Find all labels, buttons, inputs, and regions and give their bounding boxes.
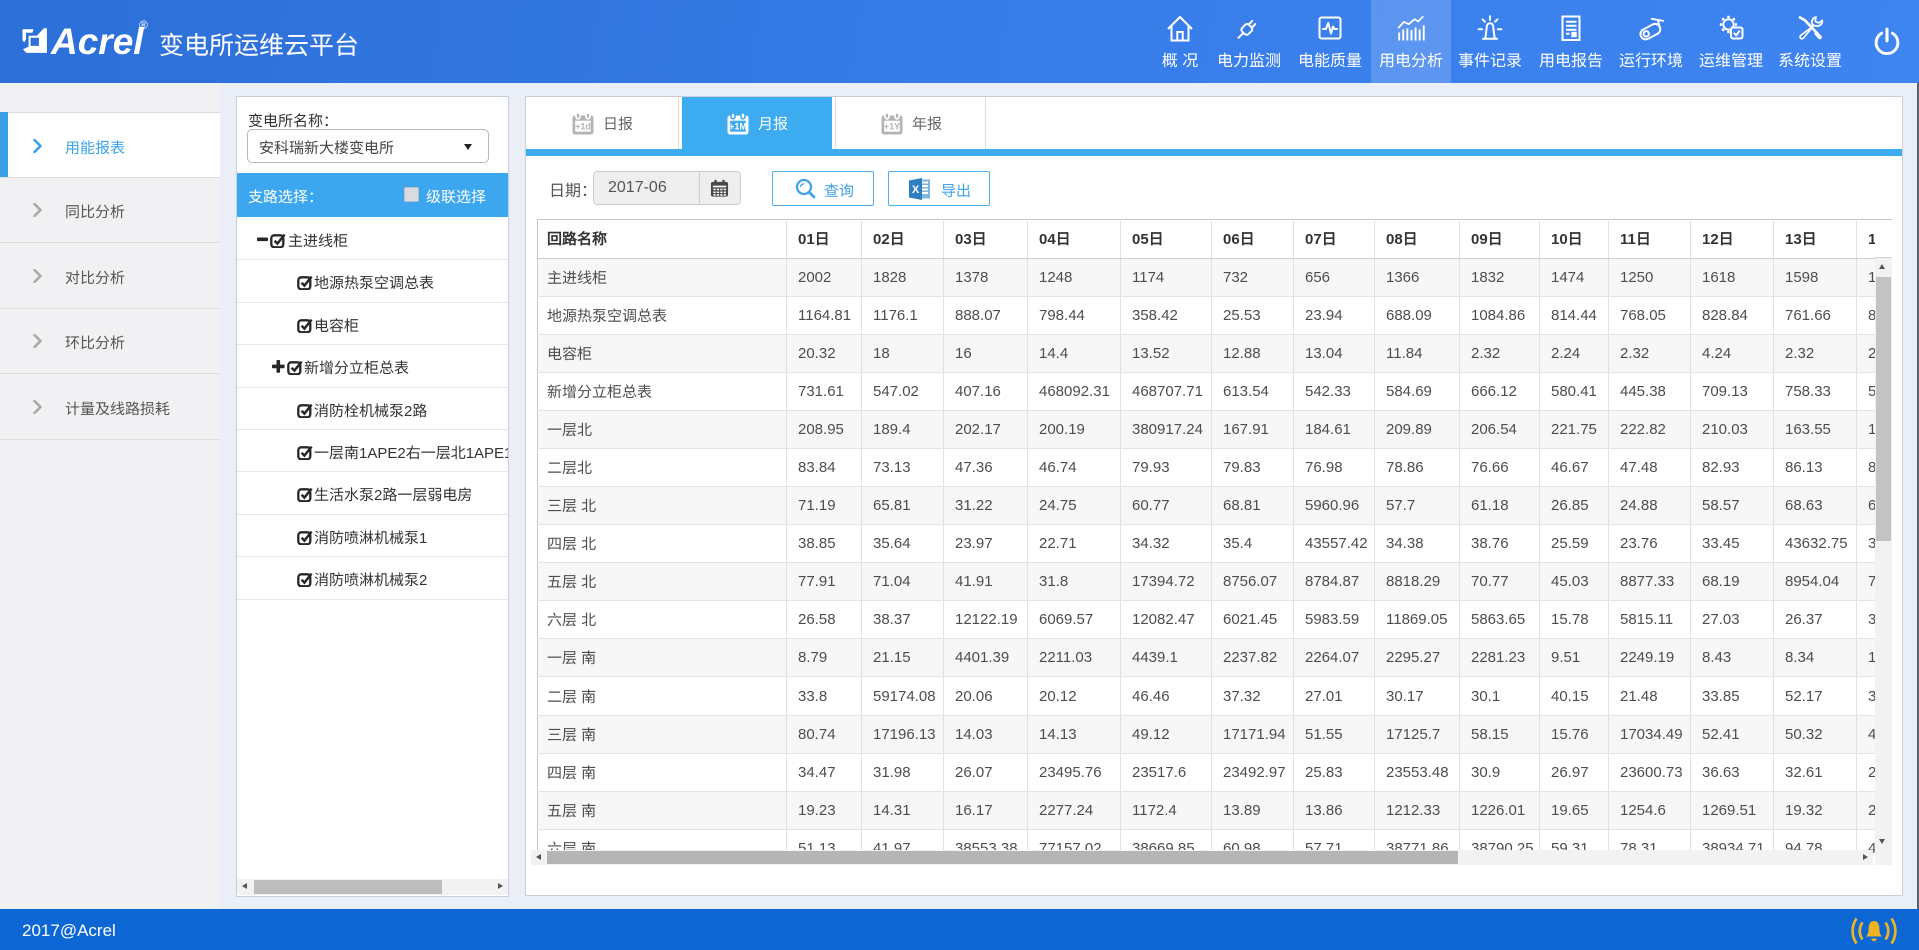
svg-text:+1M: +1M [729,122,747,132]
svg-text:+1d: +1d [575,122,591,132]
svg-text:+1Y: +1Y [884,122,900,132]
svg-text:X: X [912,184,920,196]
